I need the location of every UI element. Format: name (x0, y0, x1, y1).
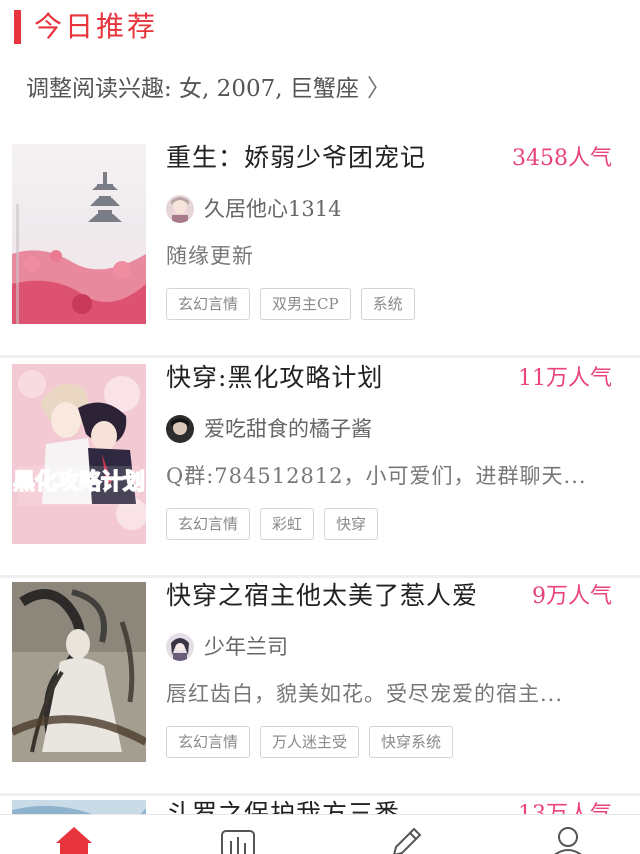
section-title: 今日推荐 (34, 10, 159, 43)
book-cover[interactable]: 黑化攻略计划 (12, 364, 146, 544)
author-row[interactable]: 少年兰司 (166, 632, 616, 664)
book-description: Q群:784512812，小可爱们，进群聊天... (166, 464, 587, 488)
tag[interactable]: 玄幻言情 (166, 288, 251, 320)
book-title[interactable]: 快穿:黑化攻略计划 (166, 360, 383, 396)
rank-chart-icon (221, 830, 255, 854)
author-avatar[interactable] (166, 633, 194, 661)
author-row[interactable]: 久居他心1314 (166, 194, 616, 226)
popularity-count: 9万人气 (532, 584, 612, 609)
cover-art-ink-figure (12, 582, 146, 762)
tag[interactable]: 双男主CP (260, 288, 351, 320)
avatar-icon (166, 415, 194, 443)
tag[interactable]: 快穿系统 (369, 726, 454, 758)
book-description: 随缘更新 (166, 244, 254, 268)
book-cover[interactable] (12, 582, 146, 762)
author-name[interactable]: 久居他心1314 (204, 194, 341, 224)
bottom-tab-bar (0, 814, 640, 854)
author-name[interactable]: 爱吃甜食的橘子酱 (204, 414, 372, 444)
today-recommend-header: 今日推荐 (0, 0, 640, 58)
cover-art-pagoda-blossoms (12, 144, 146, 324)
avatar-icon (166, 633, 194, 661)
user-icon (554, 827, 582, 854)
book-tags: 玄幻言情 双男主CP 系统 (166, 288, 415, 320)
book-title[interactable]: 快穿之宿主他太美了惹人爱 (166, 578, 478, 614)
book-cover[interactable] (12, 144, 146, 324)
tab-profile[interactable] (538, 825, 598, 854)
author-name[interactable]: 少年兰司 (204, 632, 288, 662)
tag[interactable]: 玄幻言情 (166, 726, 251, 758)
pencil-icon (393, 827, 422, 854)
tab-write[interactable] (374, 825, 434, 854)
popularity-count: 3458人气 (512, 146, 612, 171)
adjust-reading-interest[interactable]: 调整阅读兴趣: 女, 2007, 巨蟹座〉 (0, 62, 640, 114)
book-item[interactable]: 黑化攻略计划 快穿:黑化攻略计划 11万人气 爱吃甜食的橘子酱 Q群:78451… (0, 360, 640, 578)
tag[interactable]: 万人迷主受 (260, 726, 360, 758)
interest-label: 调整阅读兴趣: 女, 2007, 巨蟹座 (26, 76, 359, 102)
author-avatar[interactable] (166, 415, 194, 443)
interest-text[interactable]: 调整阅读兴趣: 女, 2007, 巨蟹座〉 (26, 72, 391, 105)
tag[interactable]: 快穿 (324, 508, 379, 540)
home-icon (56, 827, 92, 854)
divider (0, 355, 640, 358)
tag[interactable]: 彩虹 (260, 508, 315, 540)
tab-rank[interactable] (208, 825, 268, 854)
tab-home[interactable] (44, 825, 104, 854)
book-tags: 玄幻言情 彩虹 快穿 (166, 508, 379, 540)
book-description: 唇红齿白，貌美如花。受尽宠爱的宿主... (166, 682, 564, 706)
tag[interactable]: 玄幻言情 (166, 508, 251, 540)
chevron-right-icon: 〉 (366, 74, 391, 102)
popularity-count: 11万人气 (518, 366, 612, 391)
cover-art-anime-couple: 黑化攻略计划 (12, 364, 146, 544)
author-row[interactable]: 爱吃甜食的橘子酱 (166, 414, 616, 446)
tag[interactable]: 系统 (360, 288, 415, 320)
avatar-icon (166, 195, 194, 223)
book-tags: 玄幻言情 万人迷主受 快穿系统 (166, 726, 454, 758)
author-avatar[interactable] (166, 195, 194, 223)
section-accent-bar (14, 10, 21, 44)
book-title[interactable]: 重生：娇弱少爷团宠记 (166, 140, 426, 176)
cover-title-text: 黑化攻略计划 (13, 469, 145, 495)
book-item[interactable]: 快穿之宿主他太美了惹人爱 9万人气 少年兰司 唇红齿白，貌美如花。受尽宠爱的宿主… (0, 578, 640, 796)
book-item[interactable]: 重生：娇弱少爷团宠记 3458人气 久居他心1314 随缘更新 玄幻言情 双男主… (0, 140, 640, 358)
